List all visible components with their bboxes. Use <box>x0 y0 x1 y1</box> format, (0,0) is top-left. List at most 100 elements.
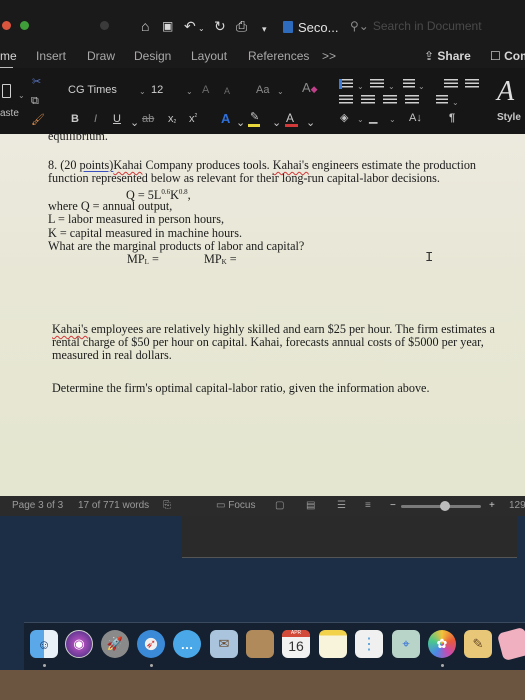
numbering-chevron-icon[interactable]: ⌄ <box>388 81 395 93</box>
zoom-level[interactable]: 129 <box>509 500 525 511</box>
bullets-chevron-icon[interactable]: ⌄ <box>357 81 364 93</box>
highlight-chevron-icon[interactable]: ⌄ <box>272 116 281 129</box>
highlight-button[interactable]: ✎ <box>250 110 259 123</box>
web-layout-view-icon[interactable]: ▤ <box>306 500 315 511</box>
shading-chevron-icon[interactable]: ⌄ <box>357 114 364 126</box>
dock-maps-icon[interactable]: ⌖ <box>392 630 420 658</box>
paste-icon[interactable] <box>2 84 11 98</box>
shading-icon[interactable]: ◈ <box>340 112 348 124</box>
bullets-icon[interactable] <box>339 79 353 89</box>
multilevel-list-icon[interactable] <box>403 79 415 89</box>
share-button[interactable]: ⇪ Share <box>424 49 471 63</box>
font-size-select[interactable]: 12 <box>151 84 163 96</box>
line-spacing-icon[interactable] <box>436 95 448 105</box>
dock-calendar-icon[interactable]: APR 16 <box>282 630 310 658</box>
redo-icon[interactable]: ↻ <box>214 19 226 33</box>
underline-button[interactable]: U <box>113 113 121 125</box>
undo-icon[interactable]: ↶ <box>184 19 196 33</box>
undo-dropdown-chevron-icon[interactable]: ⌄ <box>198 22 205 36</box>
font-color-chevron-icon[interactable]: ⌄ <box>306 116 315 129</box>
increase-indent-icon[interactable] <box>465 79 479 89</box>
text-effects-chevron-icon[interactable]: ⌄ <box>236 116 245 129</box>
text-cursor-icon: I <box>425 250 434 266</box>
more-tabs-button[interactable]: >> <box>322 49 336 63</box>
tab-references[interactable]: References <box>248 49 309 63</box>
spelling-flag[interactable]: Kahai <box>113 158 142 172</box>
text-effects-button[interactable]: A <box>221 111 230 126</box>
customize-toolbar-icon[interactable]: ▾ <box>262 22 267 36</box>
shrink-font-button[interactable]: A <box>224 85 230 97</box>
line-spacing-chevron-icon[interactable]: ⌄ <box>452 97 459 109</box>
home-icon[interactable]: ⌂ <box>141 19 149 33</box>
save-icon[interactable]: ▣ <box>162 19 173 33</box>
search-input[interactable]: ⚲⌄ Search in Document <box>350 19 482 33</box>
styles-icon[interactable]: A <box>497 76 514 108</box>
subscript-button[interactable]: x2 <box>168 113 176 125</box>
dock-notebook-icon[interactable] <box>246 630 274 658</box>
dock-finder-icon[interactable]: ☺ <box>30 630 58 658</box>
format-painter-icon[interactable]: 🖌 <box>31 114 45 126</box>
focus-button[interactable]: ▭ Focus <box>216 500 255 511</box>
word-count[interactable]: 17 of 771 words <box>78 500 149 511</box>
proofing-icon[interactable]: ⎘ <box>163 500 171 511</box>
print-icon[interactable]: ⎙ <box>236 19 247 33</box>
document-page[interactable]: equilibrium. 8. (20 points)Kahai Company… <box>0 129 525 496</box>
draft-view-icon[interactable]: ≡ <box>365 500 371 511</box>
align-left-icon[interactable] <box>339 95 353 105</box>
styles-label[interactable]: Style <box>497 112 521 123</box>
align-center-icon[interactable] <box>361 95 375 105</box>
tab-home[interactable]: me <box>0 49 17 69</box>
copy-icon[interactable]: ⧉ <box>31 95 39 107</box>
tab-insert[interactable]: Insert <box>36 49 66 63</box>
font-color-button[interactable]: A <box>286 111 294 125</box>
paste-dropdown-chevron-icon[interactable]: ⌄ <box>18 90 25 102</box>
dock-launchpad-icon[interactable]: 🚀 <box>101 630 129 658</box>
dock-reminders-icon[interactable]: ⋮ <box>355 630 383 658</box>
dock-messages-icon[interactable]: … <box>173 630 201 658</box>
zoom-out-button[interactable]: − <box>390 500 396 511</box>
dock-notes-icon[interactable] <box>319 630 347 658</box>
maximize-window-button[interactable] <box>20 21 29 30</box>
zoom-in-button[interactable]: + <box>489 500 495 511</box>
show-formatting-button[interactable]: ¶ <box>449 112 455 124</box>
outline-view-icon[interactable]: ☰ <box>337 500 346 511</box>
close-window-button[interactable] <box>2 21 11 30</box>
print-layout-view-icon[interactable]: ▢ <box>275 500 284 511</box>
dock-mail-icon[interactable]: ✉ <box>210 630 238 658</box>
justify-icon[interactable] <box>405 95 419 105</box>
page-indicator[interactable]: Page 3 of 3 <box>12 500 63 511</box>
numbering-icon[interactable] <box>370 79 384 89</box>
spelling-flag[interactable]: Kahai's <box>273 158 309 172</box>
font-name-chevron-icon[interactable]: ⌄ <box>139 86 146 98</box>
underline-chevron-icon[interactable]: ⌄ <box>130 116 139 129</box>
tab-draw[interactable]: Draw <box>87 49 115 63</box>
borders-icon[interactable]: ▁ <box>369 112 377 124</box>
tab-layout[interactable]: Layout <box>191 49 227 63</box>
change-case-button[interactable]: Aa <box>256 84 269 96</box>
dock-siri-icon[interactable]: ◉ <box>65 630 93 658</box>
dock-preview-icon[interactable]: ✎ <box>464 630 492 658</box>
comments-button[interactable]: ☐ Com <box>490 49 525 63</box>
borders-chevron-icon[interactable]: ⌄ <box>389 114 396 126</box>
spelling-flag[interactable]: Kahai's <box>52 322 88 336</box>
dock-photos-icon[interactable]: ✿ <box>428 630 456 658</box>
cut-icon[interactable]: ✂ <box>32 76 41 88</box>
font-size-chevron-icon[interactable]: ⌄ <box>186 86 193 98</box>
change-case-chevron-icon[interactable]: ⌄ <box>277 86 284 98</box>
grow-font-button[interactable]: A <box>202 84 209 96</box>
clear-formatting-icon[interactable]: A◆ <box>302 81 318 95</box>
zoom-slider-thumb[interactable] <box>440 501 450 511</box>
font-name-select[interactable]: CG Times <box>68 84 117 96</box>
dock-safari-icon[interactable]: ➶ <box>137 630 165 658</box>
sort-button[interactable]: A↓ <box>409 112 422 124</box>
strikethrough-button[interactable]: ab <box>142 113 154 125</box>
italic-button[interactable]: I <box>94 113 97 125</box>
dock-app-icon[interactable] <box>496 626 525 662</box>
multilevel-chevron-icon[interactable]: ⌄ <box>418 81 425 93</box>
bold-button[interactable]: B <box>71 113 79 125</box>
tab-design[interactable]: Design <box>134 49 171 63</box>
align-right-icon[interactable] <box>383 95 397 105</box>
decrease-indent-icon[interactable] <box>444 79 458 89</box>
superscript-button[interactable]: x2 <box>189 113 197 125</box>
grammar-flag[interactable]: points) <box>79 158 113 172</box>
